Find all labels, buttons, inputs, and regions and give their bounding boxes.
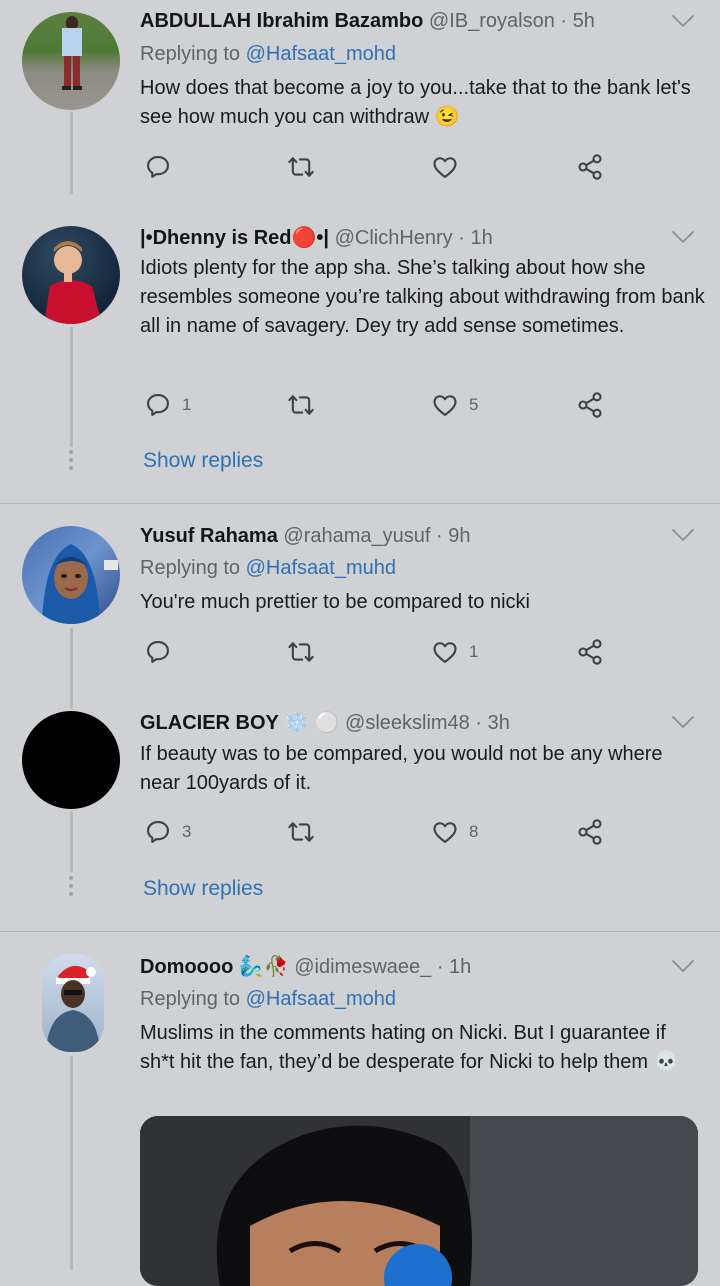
avatar-photo xyxy=(62,16,82,90)
share-icon xyxy=(576,153,604,181)
tweet-header: Yusuf Rahama @rahama_yusuf · 9h xyxy=(140,524,470,548)
share-button[interactable] xyxy=(576,153,604,181)
display-name[interactable]: GLACIER BOY ❄️ ⚪ xyxy=(140,712,339,734)
user-handle[interactable]: @idimeswaee_ xyxy=(294,956,431,978)
retweet-button[interactable] xyxy=(286,153,316,181)
timestamp: · 9h xyxy=(436,525,471,547)
like-count: 8 xyxy=(469,822,479,841)
chevron-down-icon[interactable] xyxy=(672,528,694,542)
chevron-down-icon[interactable] xyxy=(672,14,694,28)
chevron-down-icon[interactable] xyxy=(672,230,694,244)
replying-to: Replying to @Hafsaat_muhd xyxy=(140,557,397,579)
reply-icon xyxy=(144,818,172,846)
like-icon xyxy=(431,638,459,666)
display-name[interactable]: |•Dhenny is Red🔴•| xyxy=(140,227,329,249)
reply-button[interactable]: 3 xyxy=(144,818,191,846)
tweet-header: |•Dhenny is Red🔴•| @ClichHenry · 1h xyxy=(140,226,493,250)
user-handle[interactable]: @rahama_yusuf xyxy=(283,525,430,547)
reply-button[interactable] xyxy=(144,638,172,666)
like-count: 1 xyxy=(469,642,479,661)
reply-count: 1 xyxy=(182,395,192,414)
avatar-photo xyxy=(44,241,102,324)
replying-to: Replying to @Hafsaat_mohd xyxy=(140,988,397,1010)
mention-link[interactable]: @Hafsaat_muhd xyxy=(246,557,396,579)
show-replies-link[interactable]: Show replies xyxy=(143,877,263,901)
like-icon xyxy=(431,818,459,846)
media-thumbnail[interactable] xyxy=(140,1116,698,1286)
retweet-button[interactable] xyxy=(286,638,316,666)
like-count: 5 xyxy=(469,395,479,414)
tweet-text: How does that become a joy to you...take… xyxy=(140,77,691,128)
display-name[interactable]: Yusuf Rahama xyxy=(140,525,278,547)
retweet-button[interactable] xyxy=(286,818,316,846)
thread-dots xyxy=(69,450,74,474)
avatar[interactable] xyxy=(22,12,120,110)
tweet-header: ABDULLAH Ibrahim Bazambo @IB_royalson · … xyxy=(140,9,595,33)
user-handle[interactable]: @sleekslim48 xyxy=(345,712,470,734)
divider xyxy=(0,931,720,932)
retweet-icon xyxy=(286,391,316,419)
timestamp: · 1h xyxy=(436,956,472,978)
like-button[interactable]: 5 xyxy=(431,391,478,419)
chevron-down-icon[interactable] xyxy=(672,715,694,729)
retweet-button[interactable] xyxy=(286,391,316,419)
display-name[interactable]: Domoooo 🧞‍♂️🥀 xyxy=(140,956,289,978)
mention-link[interactable]: @Hafsaat_mohd xyxy=(246,988,396,1010)
thread-line xyxy=(70,112,73,194)
share-icon xyxy=(576,638,604,666)
reply-icon xyxy=(144,153,172,181)
tweet-header: Domoooo 🧞‍♂️🥀 @idimeswaee_ · 1h xyxy=(140,955,471,979)
thread-dots xyxy=(69,876,74,900)
avatar-photo xyxy=(42,544,118,624)
like-icon xyxy=(431,153,459,181)
tweet-text: If beauty was to be compared, you would … xyxy=(140,743,663,794)
thread-line xyxy=(70,628,73,708)
display-name[interactable]: ABDULLAH Ibrahim Bazambo xyxy=(140,10,423,32)
timestamp: · 5h xyxy=(560,10,595,32)
tweet-header: GLACIER BOY ❄️ ⚪ @sleekslim48 · 3h xyxy=(140,711,510,735)
like-icon xyxy=(431,391,459,419)
reply-button[interactable] xyxy=(144,153,172,181)
avatar[interactable] xyxy=(22,526,120,624)
reply-count: 3 xyxy=(182,822,192,841)
reply-icon xyxy=(144,638,172,666)
tweet-text: Idiots plenty for the app sha. She’s tal… xyxy=(140,257,705,337)
share-button[interactable] xyxy=(576,391,604,419)
share-button[interactable] xyxy=(576,818,604,846)
retweet-icon xyxy=(286,153,316,181)
timestamp: · 1h xyxy=(458,227,493,249)
avatar[interactable] xyxy=(22,226,120,324)
reply-button[interactable]: 1 xyxy=(144,391,191,419)
like-button[interactable]: 1 xyxy=(431,638,478,666)
chevron-down-icon[interactable] xyxy=(672,959,694,973)
timestamp: · 3h xyxy=(475,712,510,734)
replying-to: Replying to @Hafsaat_mohd xyxy=(140,43,397,65)
mention-link[interactable]: @Hafsaat_mohd xyxy=(246,43,396,65)
tweet-text: Muslims in the comments hating on Nicki.… xyxy=(140,1022,679,1073)
thread-line xyxy=(70,812,73,872)
reply-icon xyxy=(144,391,172,419)
share-icon xyxy=(576,391,604,419)
avatar-photo xyxy=(46,965,100,1052)
share-button[interactable] xyxy=(576,638,604,666)
user-handle[interactable]: @ClichHenry xyxy=(335,227,453,249)
retweet-icon xyxy=(286,818,316,846)
avatar[interactable] xyxy=(42,954,104,1052)
share-icon xyxy=(576,818,604,846)
show-replies-link[interactable]: Show replies xyxy=(143,449,263,473)
media-image xyxy=(140,1116,698,1286)
user-handle[interactable]: @IB_royalson xyxy=(429,10,555,32)
like-button[interactable]: 8 xyxy=(431,818,478,846)
tweet-text: You're much prettier to be compared to n… xyxy=(140,591,530,613)
divider xyxy=(0,503,720,504)
thread-line xyxy=(70,327,73,447)
avatar[interactable] xyxy=(22,711,120,809)
thread-line xyxy=(70,1056,73,1270)
like-button[interactable] xyxy=(431,153,459,181)
retweet-icon xyxy=(286,638,316,666)
